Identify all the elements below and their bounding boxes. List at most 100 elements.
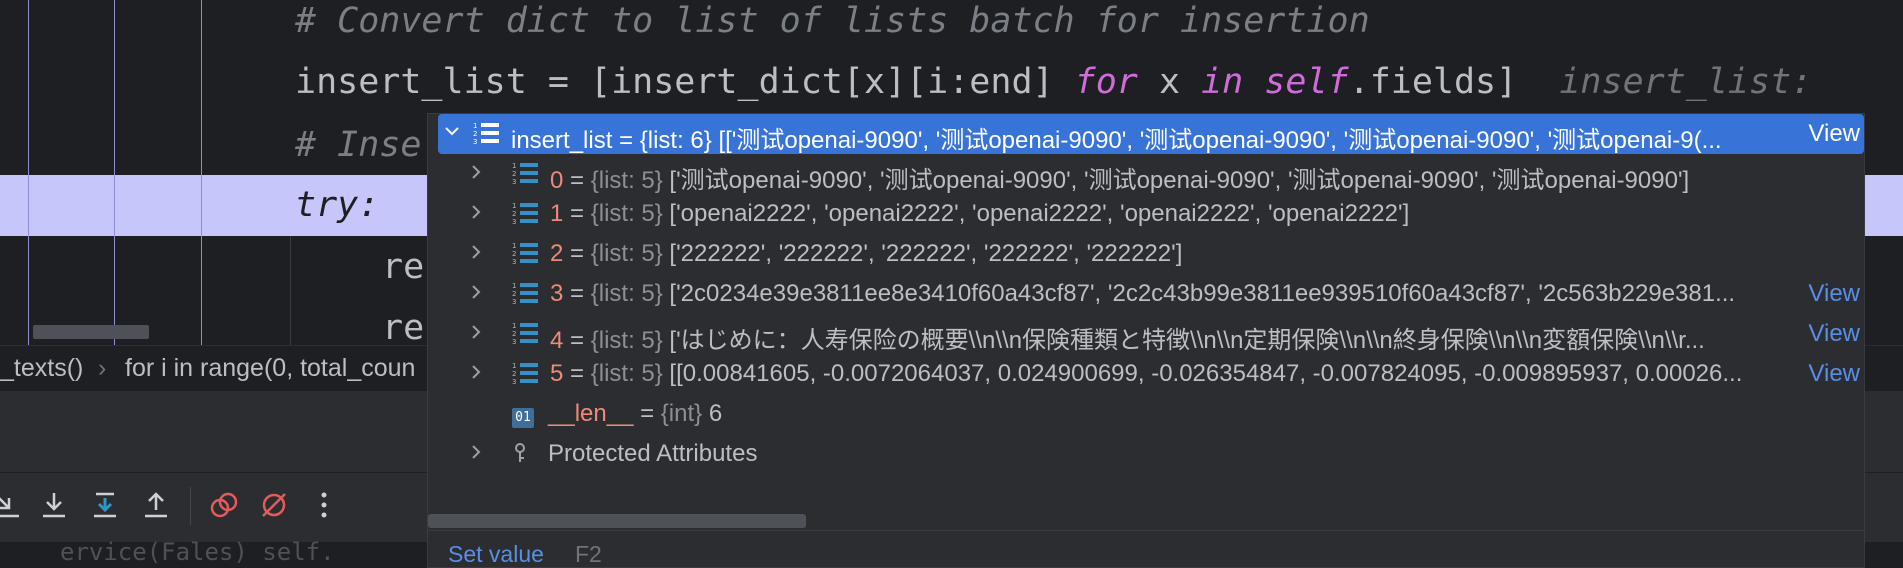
tree-row-item[interactable]: 1234 = {list: 5} ['はじめに：人寿保险の概要\\n\\n保険種… [428, 314, 1864, 354]
view-breakpoints-icon[interactable] [202, 483, 246, 527]
inline-value-hint: insert_list: [1559, 62, 1813, 102]
svg-text:2: 2 [512, 290, 516, 298]
chevron-down-icon[interactable] [444, 120, 464, 148]
popup-horizontal-scrollbar[interactable] [428, 514, 806, 528]
svg-text:3: 3 [512, 258, 516, 266]
list-icon: 123 [512, 160, 542, 188]
chevron-right-icon[interactable] [468, 440, 488, 468]
svg-text:1: 1 [512, 242, 516, 250]
svg-text:1: 1 [512, 282, 516, 290]
more-options-icon[interactable] [302, 483, 346, 527]
tree-row-len[interactable]: 01 __len__ = {int} 6 [428, 394, 1864, 434]
svg-text:2: 2 [512, 330, 516, 338]
toolbar-separator [190, 487, 191, 525]
svg-text:2: 2 [512, 370, 516, 378]
variable-type: {list: 6} [639, 127, 712, 154]
breadcrumb-separator: › [98, 354, 107, 382]
svg-text:1: 1 [512, 322, 516, 330]
variable-value: ['openai2222', 'openai2222', 'openai2222… [662, 200, 1410, 227]
protected-attributes-label: Protected Attributes [548, 440, 758, 467]
variable-value: [[0.00841605, -0.0072064037, 0.024900699… [662, 360, 1743, 387]
svg-text:2: 2 [512, 170, 516, 178]
svg-text:3: 3 [512, 298, 516, 306]
step-over-down-icon[interactable] [32, 483, 76, 527]
breadcrumb-item[interactable]: for i in range(0, total_coun [125, 354, 415, 383]
svg-text:2: 2 [512, 250, 516, 258]
tree-row-item[interactable]: 1230 = {list: 5} ['测试openai-9090', '测试op… [428, 154, 1864, 194]
step-into-my-code-icon[interactable] [83, 483, 127, 527]
item-index: 1 [550, 200, 564, 227]
indent-guide [290, 236, 291, 345]
view-link[interactable]: View [1808, 120, 1860, 148]
mute-breakpoints-icon[interactable] [252, 483, 296, 527]
gutter-divider [201, 0, 202, 345]
code-line: re [382, 247, 425, 287]
code-comment-line: # Inse [295, 125, 422, 165]
code-line-try: try: [295, 185, 380, 225]
tree-row-root[interactable]: 123 insert_list = {list: 6} [['测试openai-… [438, 114, 1864, 154]
list-icon: 123 [512, 200, 542, 228]
svg-text:2: 2 [473, 130, 477, 138]
variable-value: ['2c0234e39e3811ee8e3410f60a43cf87', '2c… [662, 280, 1736, 307]
svg-text:1: 1 [473, 122, 477, 130]
variable-value: ['はじめに：人寿保险の概要\\n\\n保険種類と特徴\\n\\n定期保険\\n… [662, 327, 1705, 354]
list-icon: 123 [512, 240, 542, 268]
item-index: 5 [550, 360, 564, 387]
code-comment-line: # Convert dict to list of lists batch fo… [295, 1, 1370, 41]
svg-text:2: 2 [512, 210, 516, 218]
svg-text:1: 1 [512, 362, 516, 370]
variable-value: [['测试openai-9090', '测试openai-9090', '测试o… [711, 127, 1722, 154]
svg-text:3: 3 [512, 178, 516, 186]
tree-row-item[interactable]: 1232 = {list: 5} ['222222', '222222', '2… [428, 234, 1864, 274]
int-icon: 01 [512, 408, 534, 428]
chevron-right-icon[interactable] [468, 280, 488, 308]
tree-row-item[interactable]: 1231 = {list: 5} ['openai2222', 'openai2… [428, 194, 1864, 234]
svg-text:1: 1 [512, 162, 516, 170]
item-index: 0 [550, 167, 564, 194]
item-index: 4 [550, 327, 564, 354]
svg-text:3: 3 [473, 138, 477, 146]
variable-name: insert_list [511, 127, 613, 154]
code-line-partial: ervice(Fales) self. [60, 538, 335, 566]
variable-type: {list: 5} [590, 327, 663, 354]
variable-type: {list: 5} [590, 280, 663, 307]
item-index: 3 [550, 280, 564, 307]
tree-row-protected[interactable]: Protected Attributes [428, 434, 1864, 474]
variable-type: {list: 5} [590, 360, 663, 387]
gutter-divider [114, 0, 115, 345]
popup-footer: Set value F2 [428, 530, 1864, 567]
step-into-icon[interactable] [0, 483, 30, 527]
key-icon [512, 440, 542, 468]
editor-horizontal-scrollbar[interactable] [33, 325, 149, 339]
svg-text:3: 3 [512, 378, 516, 386]
variable-inspector-popup[interactable]: 123 insert_list = {list: 6} [['测试openai-… [427, 113, 1865, 568]
tree-row-item[interactable]: 1235 = {list: 5} [[0.00841605, -0.007206… [428, 354, 1864, 394]
variable-value: ['222222', '222222', '222222', '222222',… [662, 240, 1183, 267]
breadcrumb-item[interactable]: _texts() [0, 354, 83, 383]
chevron-right-icon[interactable] [468, 320, 488, 348]
chevron-right-icon[interactable] [468, 240, 488, 268]
chevron-right-icon[interactable] [468, 160, 488, 188]
shortcut-hint: F2 [575, 541, 602, 567]
view-link[interactable]: View [1808, 320, 1860, 348]
variable-type: {list: 5} [590, 240, 663, 267]
code-line: re [382, 308, 425, 345]
variable-value: ['测试openai-9090', '测试openai-9090', '测试op… [662, 167, 1690, 194]
tree-row-item[interactable]: 1233 = {list: 5} ['2c0234e39e3811ee8e341… [428, 274, 1864, 314]
chevron-right-icon[interactable] [468, 360, 488, 388]
svg-text:1: 1 [512, 202, 516, 210]
list-icon: 123 [512, 360, 542, 388]
variable-type: {int} [660, 400, 703, 427]
step-out-icon[interactable] [134, 483, 178, 527]
chevron-right-icon[interactable] [468, 200, 488, 228]
list-icon: 123 [512, 280, 542, 308]
list-icon: 123 [512, 320, 542, 348]
variable-name: __len__ [548, 400, 634, 427]
gutter-divider [28, 0, 29, 345]
variable-type: {list: 5} [590, 200, 663, 227]
view-link[interactable]: View [1808, 360, 1860, 388]
list-icon: 123 [473, 120, 503, 148]
item-index: 2 [550, 240, 564, 267]
set-value-link[interactable]: Set value [448, 541, 544, 567]
view-link[interactable]: View [1808, 280, 1860, 308]
